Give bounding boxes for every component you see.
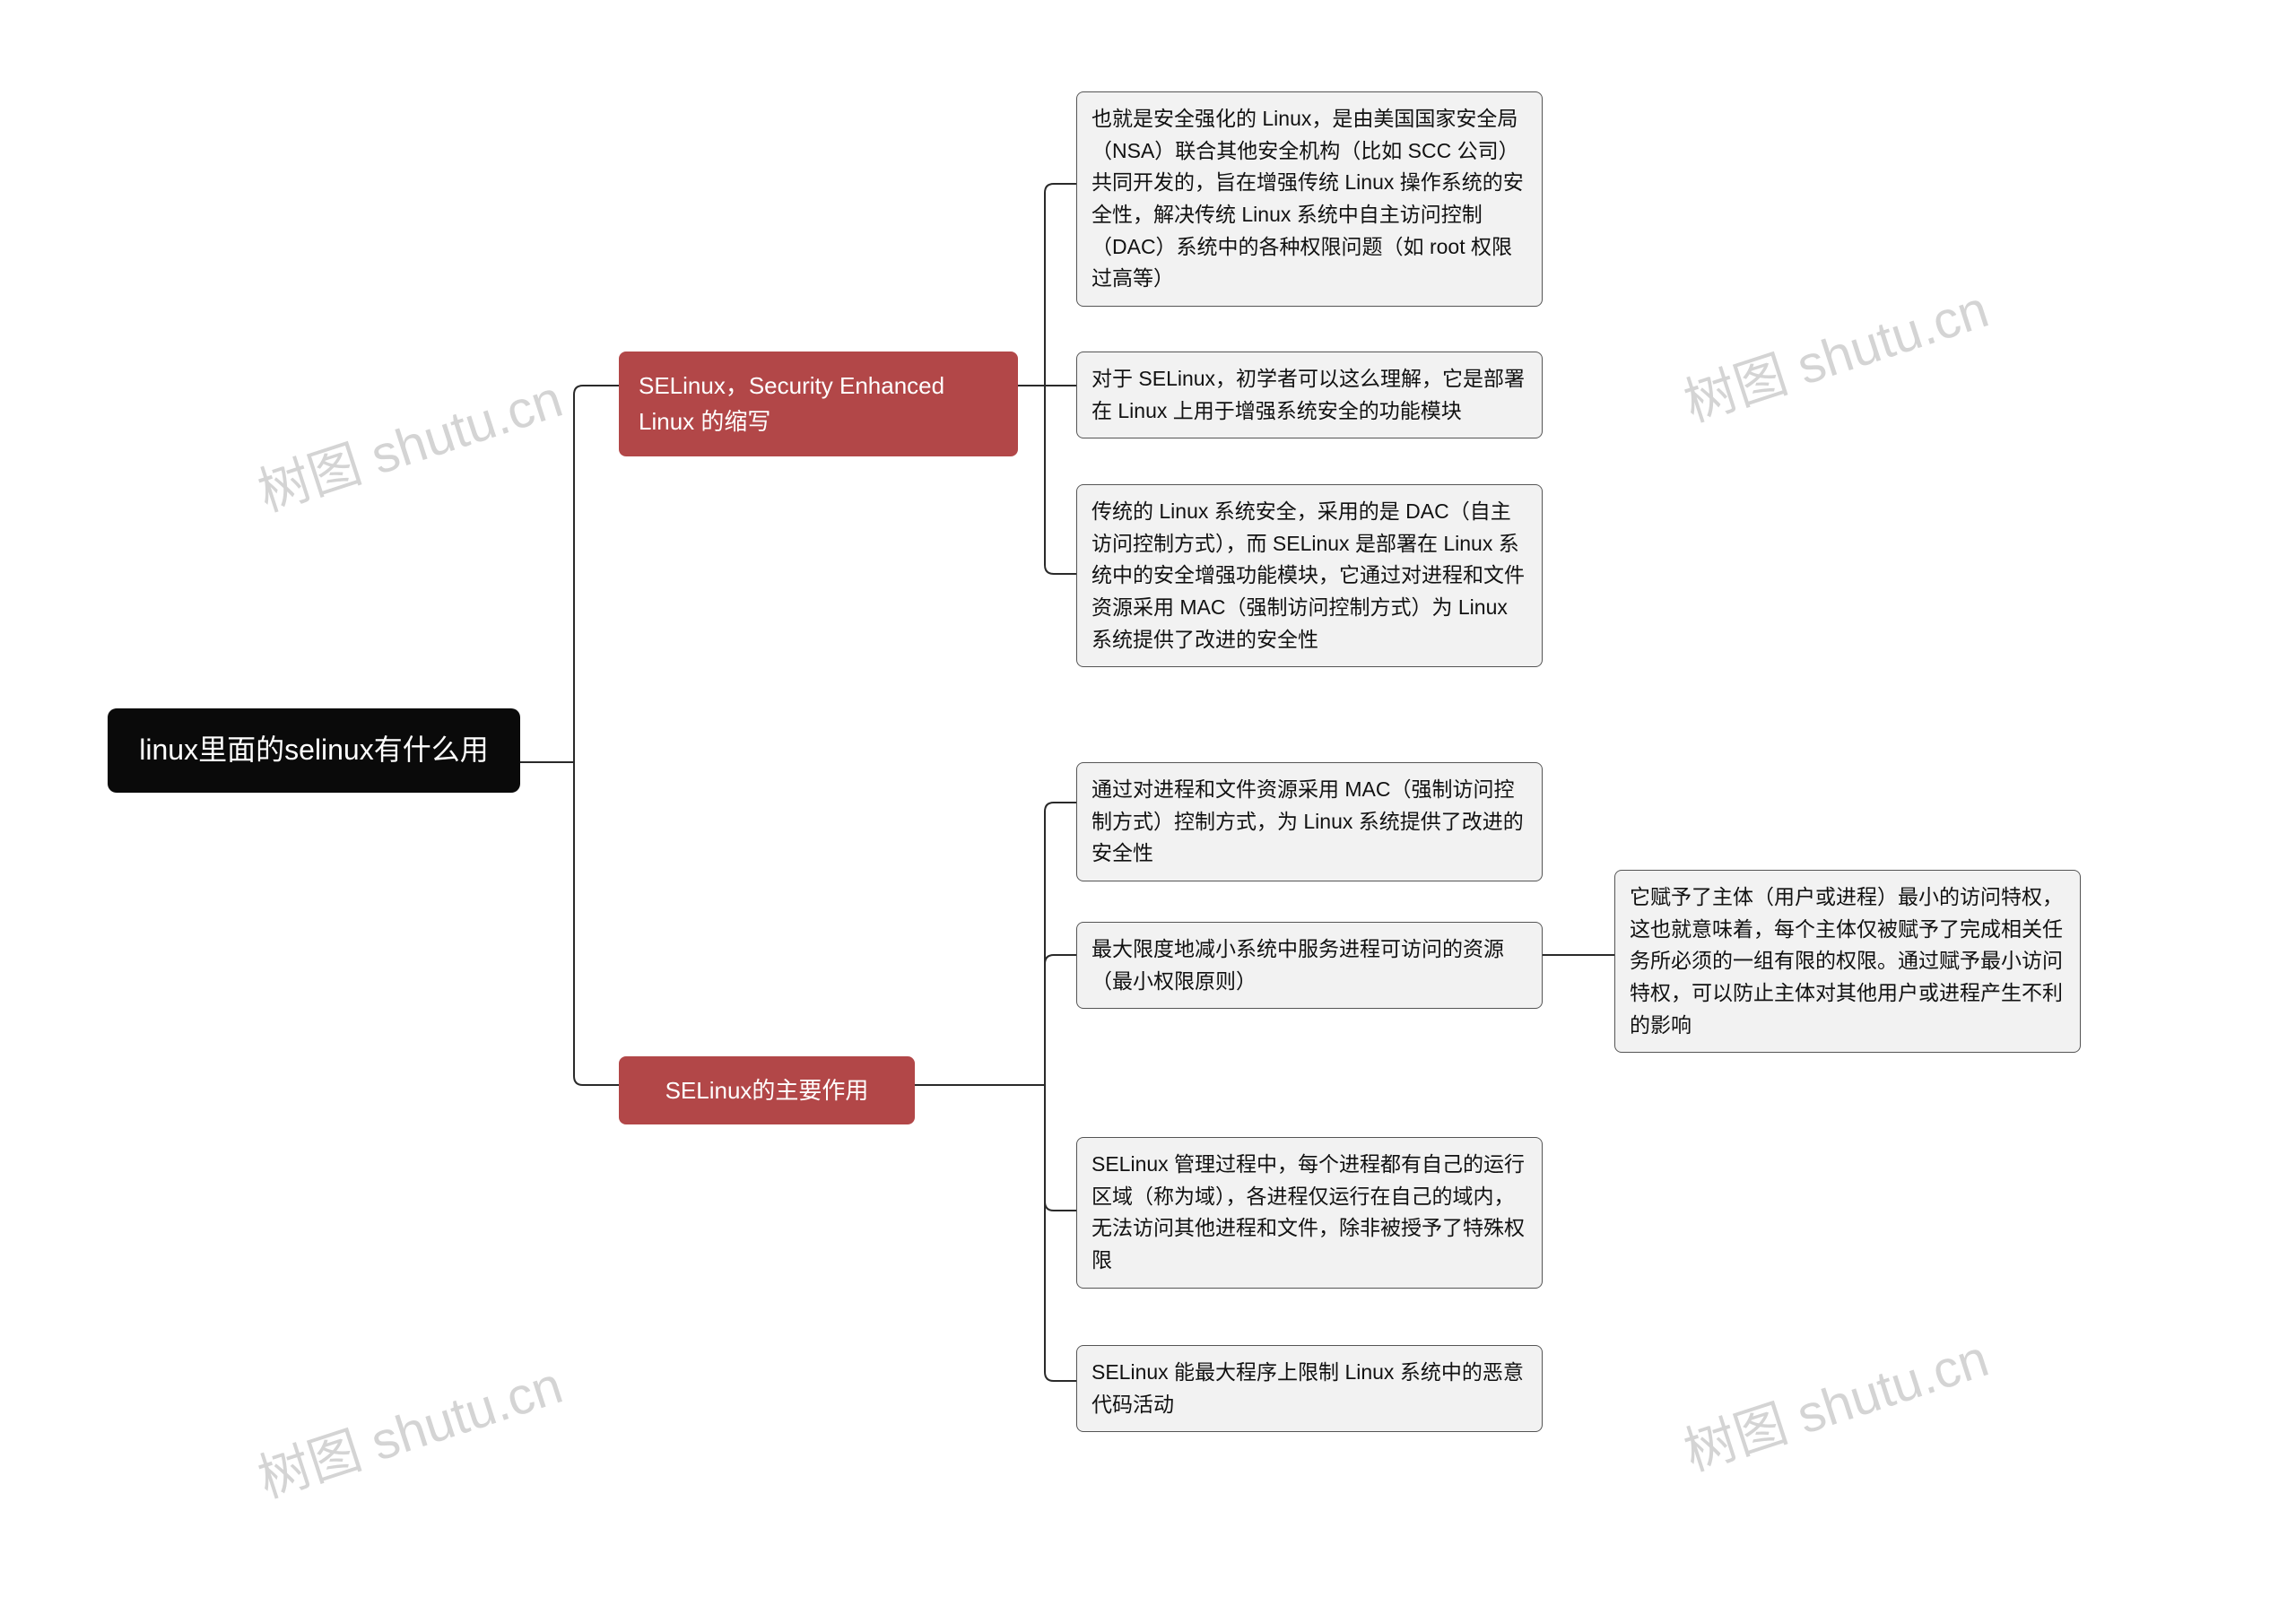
branch-selinux-role: SELinux的主要作用 — [619, 1056, 915, 1124]
root-node: linux里面的selinux有什么用 — [108, 708, 520, 793]
watermark: 树图 shutu.cn — [248, 357, 570, 525]
leaf-min-privilege-detail: 它赋予了主体（用户或进程）最小的访问特权，这也就意味着，每个主体仅被赋予了完成相… — [1614, 870, 2081, 1053]
watermark: 树图 shutu.cn — [1674, 1316, 1996, 1485]
leaf-malware-limit: SELinux 能最大程序上限制 Linux 系统中的恶意代码活动 — [1076, 1345, 1543, 1432]
leaf-selinux-beginner: 对于 SELinux，初学者可以这么理解，它是部署在 Linux 上用于增强系统… — [1076, 352, 1543, 438]
leaf-domain: SELinux 管理过程中，每个进程都有自己的运行区域（称为域），各进程仅运行在… — [1076, 1137, 1543, 1289]
leaf-selinux-intro: 也就是安全强化的 Linux，是由美国国家安全局（NSA）联合其他安全机构（比如… — [1076, 91, 1543, 307]
watermark: 树图 shutu.cn — [248, 1343, 570, 1512]
leaf-mac-control: 通过对进程和文件资源采用 MAC（强制访问控制方式）控制方式，为 Linux 系… — [1076, 762, 1543, 881]
watermark: 树图 shutu.cn — [1674, 267, 1996, 436]
leaf-min-privilege: 最大限度地减小系统中服务进程可访问的资源（最小权限原则） — [1076, 922, 1543, 1009]
leaf-selinux-dac-mac: 传统的 Linux 系统安全，采用的是 DAC（自主访问控制方式），而 SELi… — [1076, 484, 1543, 667]
branch-selinux-abbr: SELinux，Security Enhanced Linux 的缩写 — [619, 352, 1018, 456]
